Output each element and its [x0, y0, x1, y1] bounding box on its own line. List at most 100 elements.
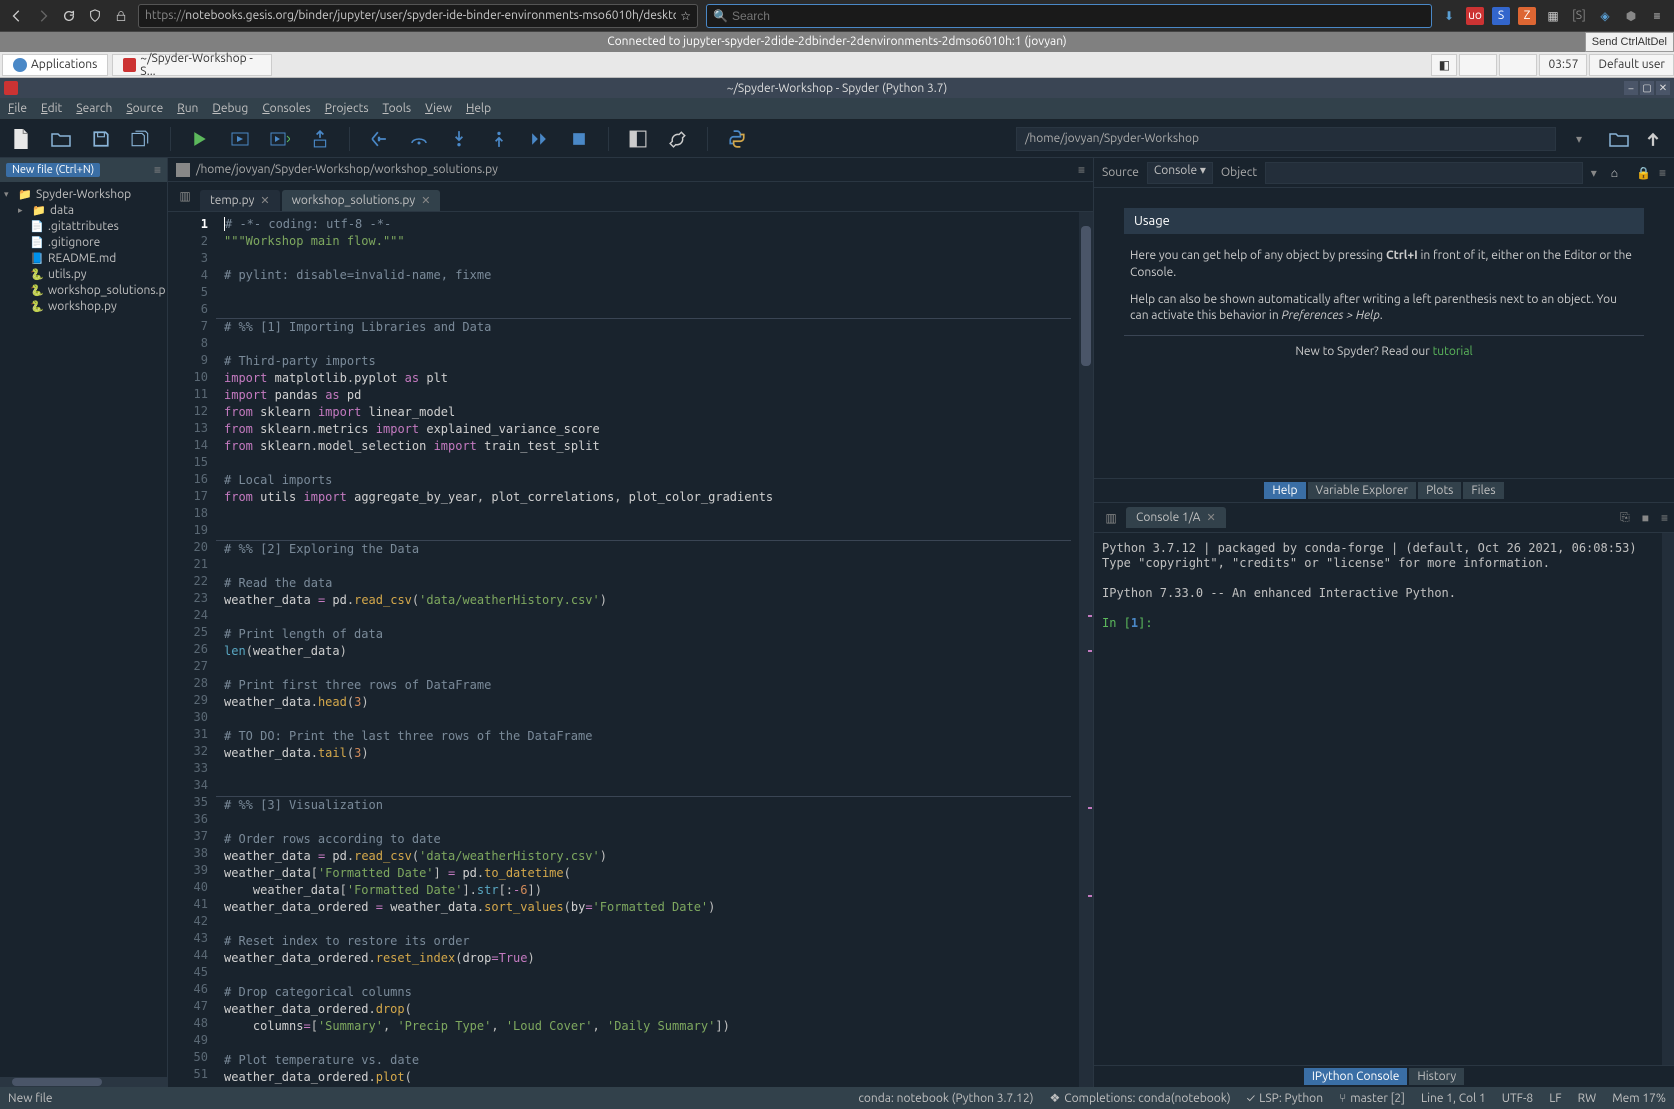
status-rw[interactable]: RW — [1578, 1092, 1597, 1105]
run-cell-advance-icon[interactable] — [269, 128, 291, 150]
status-encoding[interactable]: UTF-8 — [1502, 1092, 1533, 1105]
step-over-icon[interactable] — [408, 128, 430, 150]
status-cursor[interactable]: Line 1, Col 1 — [1421, 1092, 1486, 1105]
sidebar-menu-icon[interactable]: ≡ — [154, 163, 161, 177]
close-tab-icon[interactable]: ✕ — [421, 194, 430, 207]
shield-icon[interactable] — [86, 7, 104, 25]
tab-ipython-console[interactable]: IPython Console — [1304, 1068, 1408, 1085]
menu-projects[interactable]: Projects — [325, 102, 369, 115]
tree-item[interactable]: 🐍workshop.py — [2, 298, 165, 314]
ext-z-icon[interactable]: Z — [1518, 7, 1536, 25]
max-pane-icon[interactable] — [627, 128, 649, 150]
debug-icon[interactable] — [368, 128, 390, 150]
code-editor[interactable]: 1234567891011121314151617181920212223242… — [168, 212, 1093, 1087]
console-output[interactable]: Python 3.7.12 | packaged by conda-forge … — [1094, 533, 1674, 1065]
ext-shield2-icon[interactable]: ◈ — [1596, 7, 1614, 25]
status-mem[interactable]: Mem 17% — [1612, 1092, 1666, 1105]
save-all-icon[interactable] — [130, 128, 152, 150]
new-file-icon[interactable] — [10, 128, 32, 150]
lock-icon[interactable] — [112, 7, 130, 25]
project-root[interactable]: ▾📁Spyder-Workshop — [2, 186, 165, 202]
browser-search-input[interactable] — [732, 9, 1425, 23]
pythonpath-icon[interactable] — [726, 128, 748, 150]
tab-history[interactable]: History — [1409, 1068, 1464, 1085]
browser-menu-icon[interactable]: ≡ — [1648, 7, 1666, 25]
taskbar-window-button[interactable]: ~/Spyder-Workshop - S... — [112, 54, 272, 76]
code-area[interactable]: # -*- coding: utf-8 -*- """Workshop main… — [216, 212, 1079, 1087]
download-icon[interactable]: ⬇ — [1440, 7, 1458, 25]
step-into-icon[interactable] — [448, 128, 470, 150]
step-out-icon[interactable] — [488, 128, 510, 150]
console-menu-icon[interactable]: ≡ — [1661, 511, 1668, 525]
tab-help[interactable]: Help — [1264, 482, 1305, 499]
minimize-icon[interactable]: – — [1624, 81, 1638, 95]
help-object-combo[interactable] — [1265, 162, 1583, 184]
stop-debug-icon[interactable] — [568, 128, 590, 150]
menu-debug[interactable]: Debug — [212, 102, 248, 115]
status-eol[interactable]: LF — [1549, 1092, 1561, 1105]
status-completions[interactable]: ❖ Completions: conda(notebook) — [1050, 1091, 1231, 1105]
menu-source[interactable]: Source — [126, 102, 163, 115]
open-file-icon[interactable] — [50, 128, 72, 150]
url-bar[interactable]: https://notebooks.gesis.org/binder/jupyt… — [138, 4, 698, 28]
status-lsp[interactable]: ✓ LSP: Python — [1247, 1092, 1323, 1105]
help-menu-icon[interactable]: ≡ — [1659, 166, 1666, 180]
working-directory-combo[interactable]: /home/jovyan/Spyder-Workshop — [1016, 127, 1556, 151]
editor-pane-menu-icon[interactable]: ≡ — [1078, 163, 1085, 177]
send-ctrlaltdel-button[interactable]: Send CtrlAltDel — [1585, 32, 1674, 52]
tree-item-data[interactable]: ▸📁data — [2, 202, 165, 218]
maximize-icon[interactable]: ▢ — [1640, 81, 1654, 95]
run-selection-icon[interactable] — [309, 128, 331, 150]
continue-icon[interactable] — [528, 128, 550, 150]
tab-workshop-solutions[interactable]: workshop_solutions.py✕ — [282, 190, 441, 211]
tree-item[interactable]: 🐍workshop_solutions.p — [2, 282, 165, 298]
menu-help[interactable]: Help — [466, 102, 491, 115]
reload-icon[interactable] — [60, 7, 78, 25]
browse-wd-icon[interactable] — [1608, 128, 1630, 150]
run-icon[interactable] — [189, 128, 211, 150]
tree-item[interactable]: 🐍utils.py — [2, 266, 165, 282]
ext-ublock-icon[interactable]: uo — [1466, 7, 1484, 25]
close-console-icon[interactable]: ✕ — [1206, 511, 1215, 524]
project-tree[interactable]: ▾📁Spyder-Workshop ▸📁data 📄.gitattributes… — [0, 182, 167, 318]
help-source-combo[interactable]: Console ▾ — [1147, 162, 1213, 184]
lock-help-icon[interactable]: 🔒 — [1636, 166, 1651, 180]
tree-item[interactable]: 📄.gitattributes — [2, 218, 165, 234]
parent-dir-icon[interactable] — [1642, 128, 1664, 150]
wd-dropdown-icon[interactable]: ▾ — [1576, 132, 1582, 146]
back-icon[interactable] — [8, 7, 26, 25]
console-tab[interactable]: Console 1/A✕ — [1126, 507, 1226, 528]
workspace-2[interactable] — [1499, 54, 1537, 76]
user-menu[interactable]: Default user — [1589, 54, 1674, 76]
tab-temp[interactable]: temp.py✕ — [200, 190, 280, 211]
clock[interactable]: 03:57 — [1539, 54, 1587, 76]
tray-icon-1[interactable]: ◧ — [1431, 54, 1457, 76]
browse-consoles-icon[interactable]: ▥ — [1100, 507, 1122, 529]
tab-files[interactable]: Files — [1463, 482, 1503, 499]
home-icon[interactable]: ⌂ — [1611, 166, 1618, 180]
save-icon[interactable] — [90, 128, 112, 150]
bookmark-star-icon[interactable]: ☆ — [680, 9, 691, 23]
close-tab-icon[interactable]: ✕ — [260, 194, 269, 207]
ext-bug-icon[interactable]: ⬢ — [1622, 7, 1640, 25]
close-icon[interactable]: ✕ — [1656, 81, 1670, 95]
browse-tabs-icon[interactable]: ▥ — [174, 185, 196, 207]
menu-consoles[interactable]: Consoles — [262, 102, 310, 115]
menu-tools[interactable]: Tools — [383, 102, 412, 115]
menu-search[interactable]: Search — [76, 102, 112, 115]
ext-checkers-icon[interactable]: ▦ — [1544, 7, 1562, 25]
ext-s2-icon[interactable]: [S] — [1570, 7, 1588, 25]
menu-run[interactable]: Run — [177, 102, 198, 115]
tab-variable-explorer[interactable]: Variable Explorer — [1308, 482, 1417, 499]
tutorial-link[interactable]: tutorial — [1433, 345, 1473, 358]
tab-plots[interactable]: Plots — [1418, 482, 1461, 499]
status-conda[interactable]: conda: notebook (Python 3.7.12) — [858, 1092, 1033, 1105]
menu-file[interactable]: File — [8, 102, 27, 115]
menu-edit[interactable]: Edit — [41, 102, 62, 115]
remove-kernel-icon[interactable]: ■ — [1642, 511, 1649, 525]
run-cell-icon[interactable] — [229, 128, 251, 150]
status-git[interactable]: ⑂ master [2] — [1339, 1092, 1405, 1105]
applications-menu-button[interactable]: Applications — [2, 54, 108, 76]
interrupt-kernel-icon[interactable]: ⎘ — [1620, 511, 1630, 525]
preferences-icon[interactable] — [667, 128, 689, 150]
